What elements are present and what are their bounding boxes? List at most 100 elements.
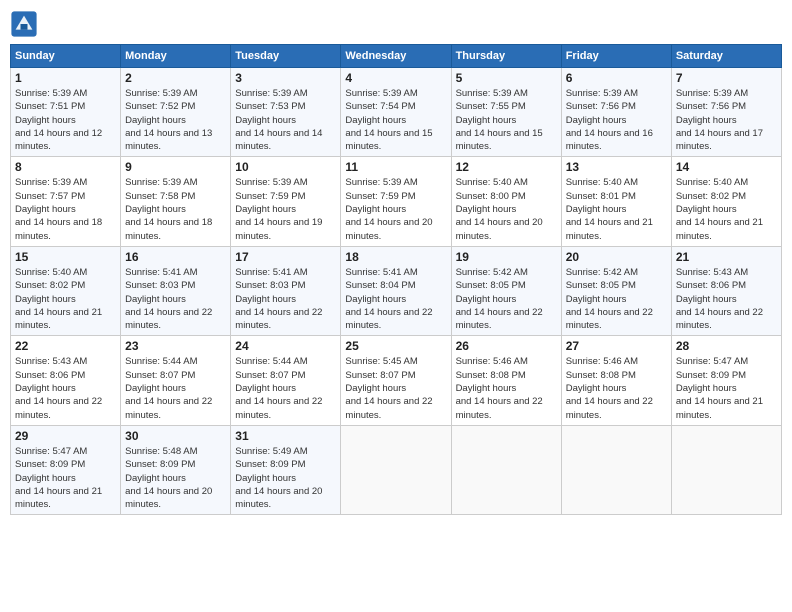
sunset-label: Sunset: 7:56 PM	[676, 101, 746, 112]
sunset-label: Sunset: 8:09 PM	[676, 370, 746, 381]
daylight-duration: and 14 hours and 15 minutes.	[345, 128, 432, 152]
daylight-label: Daylight hours	[676, 383, 737, 394]
day-cell: 22 Sunrise: 5:43 AM Sunset: 8:06 PM Dayl…	[11, 336, 121, 425]
sunset-label: Sunset: 7:54 PM	[345, 101, 415, 112]
daylight-duration: and 14 hours and 19 minutes.	[235, 217, 322, 241]
daylight-label: Daylight hours	[125, 115, 186, 126]
sunset-label: Sunset: 8:09 PM	[15, 459, 85, 470]
day-cell: 16 Sunrise: 5:41 AM Sunset: 8:03 PM Dayl…	[121, 246, 231, 335]
sunrise-label: Sunrise: 5:39 AM	[456, 88, 528, 99]
day-info: Sunrise: 5:47 AM Sunset: 8:09 PM Dayligh…	[15, 445, 116, 511]
day-cell: 10 Sunrise: 5:39 AM Sunset: 7:59 PM Dayl…	[231, 157, 341, 246]
sunset-label: Sunset: 8:03 PM	[235, 280, 305, 291]
day-info: Sunrise: 5:48 AM Sunset: 8:09 PM Dayligh…	[125, 445, 226, 511]
sunrise-label: Sunrise: 5:39 AM	[125, 177, 197, 188]
sunset-label: Sunset: 8:09 PM	[125, 459, 195, 470]
sunrise-label: Sunrise: 5:43 AM	[15, 356, 87, 367]
calendar-week-row: 29 Sunrise: 5:47 AM Sunset: 8:09 PM Dayl…	[11, 425, 782, 514]
calendar-week-row: 15 Sunrise: 5:40 AM Sunset: 8:02 PM Dayl…	[11, 246, 782, 335]
day-number: 28	[676, 339, 777, 353]
sunrise-label: Sunrise: 5:48 AM	[125, 446, 197, 457]
sunset-label: Sunset: 8:08 PM	[456, 370, 526, 381]
daylight-duration: and 14 hours and 22 minutes.	[235, 396, 322, 420]
day-number: 5	[456, 71, 557, 85]
daylight-duration: and 14 hours and 22 minutes.	[676, 307, 763, 331]
sunrise-label: Sunrise: 5:43 AM	[676, 267, 748, 278]
sunrise-label: Sunrise: 5:39 AM	[566, 88, 638, 99]
day-info: Sunrise: 5:49 AM Sunset: 8:09 PM Dayligh…	[235, 445, 336, 511]
day-cell: 31 Sunrise: 5:49 AM Sunset: 8:09 PM Dayl…	[231, 425, 341, 514]
daylight-label: Daylight hours	[15, 383, 76, 394]
daylight-label: Daylight hours	[676, 294, 737, 305]
sunrise-label: Sunrise: 5:40 AM	[456, 177, 528, 188]
day-info: Sunrise: 5:41 AM Sunset: 8:03 PM Dayligh…	[235, 266, 336, 332]
daylight-duration: and 14 hours and 22 minutes.	[566, 307, 653, 331]
day-number: 31	[235, 429, 336, 443]
day-cell: 4 Sunrise: 5:39 AM Sunset: 7:54 PM Dayli…	[341, 68, 451, 157]
sunset-label: Sunset: 8:07 PM	[125, 370, 195, 381]
sunset-label: Sunset: 8:01 PM	[566, 191, 636, 202]
day-info: Sunrise: 5:42 AM Sunset: 8:05 PM Dayligh…	[566, 266, 667, 332]
sunset-label: Sunset: 7:55 PM	[456, 101, 526, 112]
daylight-duration: and 14 hours and 22 minutes.	[566, 396, 653, 420]
weekday-header: Saturday	[671, 45, 781, 68]
daylight-label: Daylight hours	[125, 294, 186, 305]
day-info: Sunrise: 5:39 AM Sunset: 7:58 PM Dayligh…	[125, 176, 226, 242]
daylight-label: Daylight hours	[15, 473, 76, 484]
day-cell: 19 Sunrise: 5:42 AM Sunset: 8:05 PM Dayl…	[451, 246, 561, 335]
day-cell: 29 Sunrise: 5:47 AM Sunset: 8:09 PM Dayl…	[11, 425, 121, 514]
daylight-duration: and 14 hours and 14 minutes.	[235, 128, 322, 152]
daylight-label: Daylight hours	[235, 294, 296, 305]
day-number: 15	[15, 250, 116, 264]
day-number: 27	[566, 339, 667, 353]
weekday-header: Friday	[561, 45, 671, 68]
sunset-label: Sunset: 8:06 PM	[15, 370, 85, 381]
daylight-label: Daylight hours	[235, 115, 296, 126]
day-cell: 3 Sunrise: 5:39 AM Sunset: 7:53 PM Dayli…	[231, 68, 341, 157]
sunset-label: Sunset: 7:59 PM	[235, 191, 305, 202]
day-info: Sunrise: 5:47 AM Sunset: 8:09 PM Dayligh…	[676, 355, 777, 421]
sunset-label: Sunset: 8:02 PM	[676, 191, 746, 202]
daylight-duration: and 14 hours and 22 minutes.	[125, 396, 212, 420]
day-cell: 20 Sunrise: 5:42 AM Sunset: 8:05 PM Dayl…	[561, 246, 671, 335]
day-number: 26	[456, 339, 557, 353]
day-number: 29	[15, 429, 116, 443]
sunrise-label: Sunrise: 5:46 AM	[456, 356, 528, 367]
daylight-label: Daylight hours	[125, 204, 186, 215]
day-number: 12	[456, 160, 557, 174]
daylight-label: Daylight hours	[345, 294, 406, 305]
day-number: 3	[235, 71, 336, 85]
sunrise-label: Sunrise: 5:40 AM	[15, 267, 87, 278]
sunset-label: Sunset: 7:58 PM	[125, 191, 195, 202]
weekday-header: Wednesday	[341, 45, 451, 68]
day-number: 9	[125, 160, 226, 174]
daylight-duration: and 14 hours and 18 minutes.	[15, 217, 102, 241]
day-info: Sunrise: 5:43 AM Sunset: 8:06 PM Dayligh…	[676, 266, 777, 332]
daylight-duration: and 14 hours and 21 minutes.	[676, 217, 763, 241]
daylight-duration: and 14 hours and 13 minutes.	[125, 128, 212, 152]
day-cell: 18 Sunrise: 5:41 AM Sunset: 8:04 PM Dayl…	[341, 246, 451, 335]
daylight-duration: and 14 hours and 20 minutes.	[345, 217, 432, 241]
sunset-label: Sunset: 7:53 PM	[235, 101, 305, 112]
sunrise-label: Sunrise: 5:39 AM	[15, 177, 87, 188]
daylight-label: Daylight hours	[345, 204, 406, 215]
sunset-label: Sunset: 7:57 PM	[15, 191, 85, 202]
day-info: Sunrise: 5:39 AM Sunset: 7:56 PM Dayligh…	[676, 87, 777, 153]
empty-day-cell	[451, 425, 561, 514]
empty-day-cell	[341, 425, 451, 514]
daylight-label: Daylight hours	[456, 204, 517, 215]
day-number: 18	[345, 250, 446, 264]
day-info: Sunrise: 5:40 AM Sunset: 8:02 PM Dayligh…	[15, 266, 116, 332]
sunset-label: Sunset: 8:03 PM	[125, 280, 195, 291]
day-cell: 12 Sunrise: 5:40 AM Sunset: 8:00 PM Dayl…	[451, 157, 561, 246]
calendar-week-row: 22 Sunrise: 5:43 AM Sunset: 8:06 PM Dayl…	[11, 336, 782, 425]
daylight-label: Daylight hours	[345, 383, 406, 394]
empty-day-cell	[561, 425, 671, 514]
daylight-label: Daylight hours	[235, 473, 296, 484]
sunrise-label: Sunrise: 5:39 AM	[345, 177, 417, 188]
daylight-label: Daylight hours	[235, 383, 296, 394]
day-info: Sunrise: 5:41 AM Sunset: 8:04 PM Dayligh…	[345, 266, 446, 332]
sunrise-label: Sunrise: 5:39 AM	[345, 88, 417, 99]
daylight-label: Daylight hours	[676, 115, 737, 126]
day-info: Sunrise: 5:46 AM Sunset: 8:08 PM Dayligh…	[456, 355, 557, 421]
